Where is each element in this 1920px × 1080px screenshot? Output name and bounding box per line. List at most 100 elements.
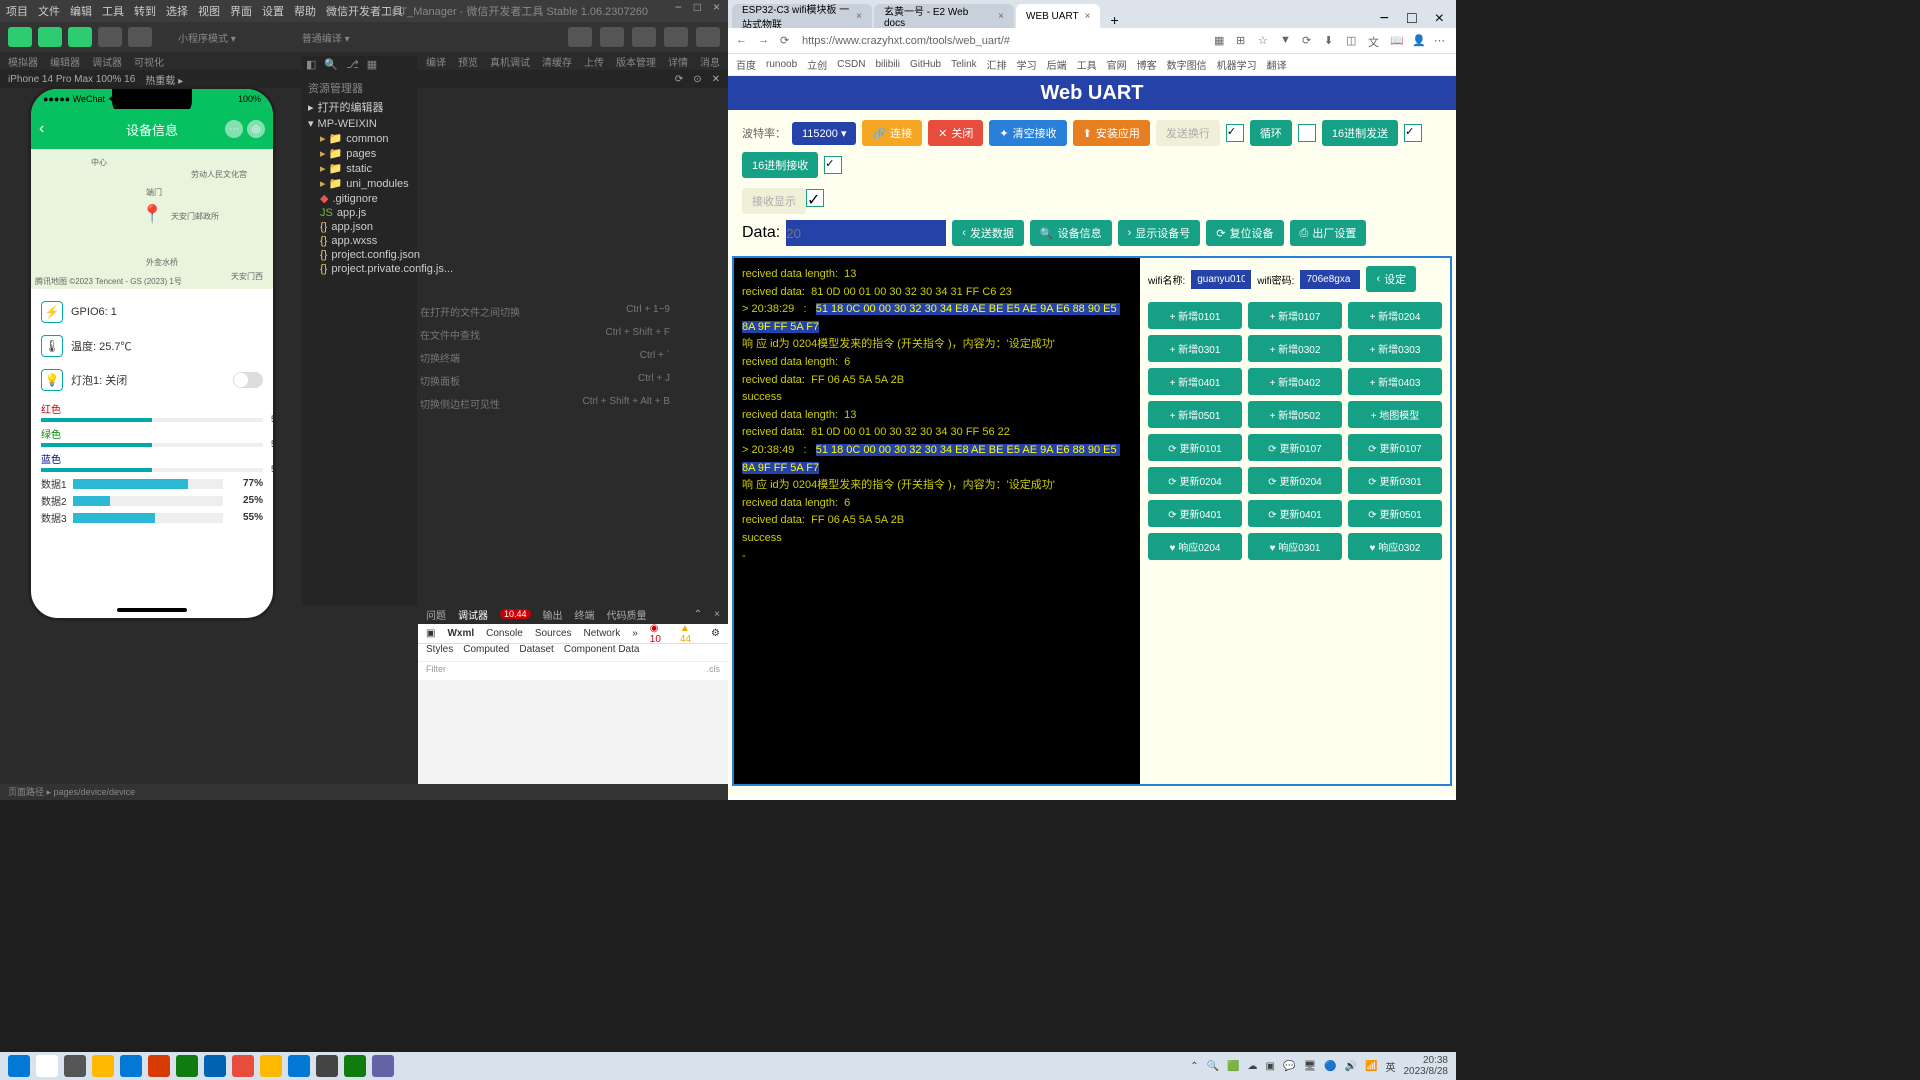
min-icon[interactable]: − [1372,10,1397,28]
grid-button[interactable]: ♥ 响应0301 [1248,533,1342,560]
tree-file[interactable]: {} project.private.config.js... [308,262,417,276]
subbar-detail[interactable]: 详情 [668,54,688,69]
subbar-clearcache[interactable]: 清缓存 [542,54,572,69]
app-icon[interactable] [316,1055,338,1077]
grid-button[interactable]: + 新增0502 [1248,401,1342,428]
showid-button[interactable]: › 显示设备号 [1118,220,1201,246]
hotreload[interactable]: 热重载 ▸ [145,72,183,87]
tray-icon[interactable]: 🖥 [1303,1061,1316,1072]
tree-file[interactable]: JS app.js [308,206,417,220]
bookmark[interactable]: 立创 [807,57,827,72]
grid-button[interactable]: ⟳ 更新0401 [1248,500,1342,527]
upload-btn[interactable] [696,27,720,47]
maximize-icon[interactable]: □ [694,0,701,14]
mute-icon[interactable]: ✕ [712,74,720,85]
tray-icon[interactable]: 📶 [1365,1061,1377,1072]
ext-icon[interactable]: ▦ [367,58,377,74]
bookmark[interactable]: 机器学习 [1217,57,1257,72]
wifi-name-input[interactable] [1191,270,1251,289]
clear-button[interactable]: ✦ 清空接收 [989,120,1066,146]
tab-sources[interactable]: Sources [535,628,572,639]
translate-icon[interactable]: 文 [1368,34,1382,48]
capsule-more-icon[interactable]: ⋯ [225,120,243,138]
tree-folder[interactable]: ▸ 📁 uni_modules [308,176,417,191]
browser-tab[interactable]: 玄黄一号 - E2 Web docs× [874,4,1014,28]
app-icon[interactable] [288,1055,310,1077]
connect-button[interactable]: 🔗 连接 [862,120,922,146]
forward-icon[interactable]: → [758,34,772,48]
grid-button[interactable]: + 新增0303 [1348,335,1442,362]
explorer-icon[interactable] [92,1055,114,1077]
bookmark[interactable]: 百度 [736,57,756,72]
grid-button[interactable]: ⟳ 更新0204 [1248,467,1342,494]
back-icon[interactable]: ← [736,34,750,48]
tray-icon[interactable]: 💬 [1283,1061,1295,1072]
grid-button[interactable]: + 新增0501 [1148,401,1242,428]
bookmark[interactable]: CSDN [837,59,865,70]
clearcache-btn[interactable] [664,27,688,47]
record-icon[interactable]: ⊙ [693,74,701,85]
menu-project[interactable]: 项目 [6,3,28,19]
grid-button[interactable]: + 新增0101 [1148,302,1242,329]
subbar-compile[interactable]: 编译 [426,54,446,69]
bulb-toggle[interactable] [233,372,263,388]
more-icon[interactable]: » [632,628,638,639]
tab-quality[interactable]: 代码质量 [607,607,647,622]
tray-icon[interactable]: ▣ [1266,1061,1275,1072]
slider-blue[interactable]: 蓝色 59 [41,451,263,472]
compile-btn[interactable] [568,27,592,47]
capsule-close-icon[interactable]: ◎ [247,120,265,138]
terminal-output[interactable]: recived data length: 13recived data: 81 … [734,258,1140,784]
subbar-editor[interactable]: 编辑器 [50,54,80,69]
menu-file[interactable]: 文件 [38,3,60,19]
tab-computed[interactable]: Computed [463,644,509,661]
bookmark[interactable]: Telink [951,59,977,70]
app-icon[interactable] [232,1055,254,1077]
loop-check[interactable] [1298,124,1316,142]
tab-debugger[interactable]: 调试器 [458,607,488,622]
recvshow-check[interactable]: ✓ [806,189,824,207]
tab-wxml[interactable]: Wxml [447,628,474,639]
refresh-icon[interactable]: ⟳ [675,74,683,85]
reader-icon[interactable]: 📖 [1390,34,1404,48]
tab-styles[interactable]: Styles [426,644,453,661]
tray-icon[interactable]: 🟩 [1227,1061,1239,1072]
tab-network[interactable]: Network [584,628,621,639]
search-icon[interactable] [36,1055,58,1077]
menu-ui[interactable]: 界面 [230,3,252,19]
bookmark[interactable]: 后端 [1047,57,1067,72]
tray-icon[interactable]: 🔊 [1345,1061,1357,1072]
bookmark[interactable]: 官网 [1107,57,1127,72]
tray-chevron-icon[interactable]: ⌃ [1190,1061,1198,1072]
slider-green[interactable]: 绿色 59 [41,426,263,447]
menu-view[interactable]: 视图 [198,3,220,19]
tab-compdata[interactable]: Component Data [564,644,640,661]
gear-icon[interactable]: ⚙ [711,628,720,639]
wifi-pwd-input[interactable] [1300,270,1360,289]
start-icon[interactable] [8,1055,30,1077]
factory-button[interactable]: ⎙ 出厂设置 [1290,220,1367,246]
bookmark[interactable]: 学习 [1017,57,1037,72]
hexrecv-check[interactable]: ✓ [824,156,842,174]
subbar-debugger[interactable]: 调试器 [92,54,122,69]
menu-help[interactable]: 帮助 [294,3,316,19]
device-select[interactable]: iPhone 14 Pro Max 100% 16 [8,74,135,85]
inspect-icon[interactable]: ▣ [426,628,435,639]
bookmark[interactable]: GitHub [910,59,941,70]
autoln-check[interactable]: ✓ [1226,124,1244,142]
install-button[interactable]: ⬆ 安装应用 [1073,120,1150,146]
subbar-msg[interactable]: 消息 [700,54,720,69]
grid-button[interactable]: ⟳ 更新0204 [1148,467,1242,494]
simulator-btn[interactable] [8,27,32,47]
bookmark[interactable]: 汇排 [987,57,1007,72]
wifi-set-button[interactable]: ‹ 设定 [1366,266,1416,292]
app-icon[interactable] [260,1055,282,1077]
subbar-version[interactable]: 版本管理 [616,54,656,69]
tree-file[interactable]: {} app.wxss [308,234,417,248]
toolbar-btn5[interactable] [128,27,152,47]
menu-goto[interactable]: 转到 [134,3,156,19]
subbar-simulator[interactable]: 模拟器 [8,54,38,69]
app-icon[interactable] [176,1055,198,1077]
collapse-icon[interactable]: ⌃ [694,609,702,620]
close-icon[interactable]: × [714,609,720,620]
